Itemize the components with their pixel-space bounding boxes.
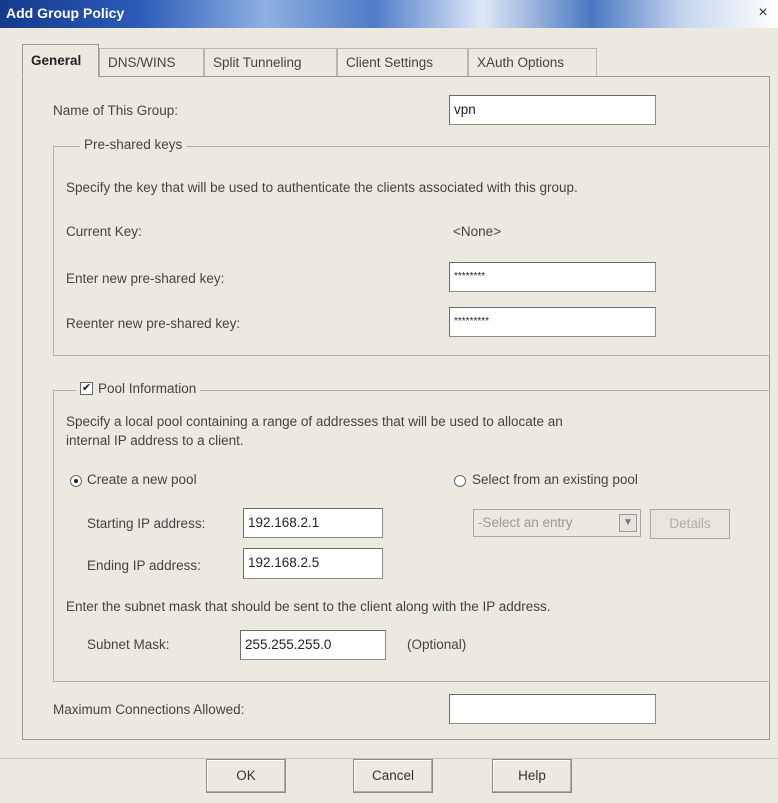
pre-shared-keys-legend: Pre-shared keys [80, 137, 187, 152]
group-name-field[interactable]: vpn [449, 95, 656, 125]
subnet-description: Enter the subnet mask that should be sen… [66, 599, 551, 614]
psk-description: Specify the key that will be used to aut… [66, 180, 578, 195]
cancel-button[interactable]: Cancel [353, 759, 433, 793]
tab-general[interactable]: General [22, 44, 99, 77]
new-key-label: Enter new pre-shared key: [66, 271, 225, 286]
chevron-down-icon[interactable]: ▼ [619, 514, 637, 532]
max-connections-field[interactable] [449, 694, 656, 724]
current-key-label: Current Key: [66, 224, 142, 239]
starting-ip-label: Starting IP address: [87, 516, 206, 531]
current-key-value: <None> [453, 224, 502, 239]
ending-ip-label: Ending IP address: [87, 558, 201, 573]
details-button[interactable]: Details [650, 509, 730, 539]
window-title: Add Group Policy [6, 5, 125, 21]
subnet-optional-label: (Optional) [407, 637, 467, 652]
pool-information-legend: ✔ Pool Information [76, 381, 201, 396]
subnet-mask-label: Subnet Mask: [87, 637, 170, 652]
subnet-mask-field[interactable]: 255.255.255.0 [240, 630, 386, 660]
help-button[interactable]: Help [492, 759, 572, 793]
create-new-pool-label: Create a new pool [87, 472, 197, 487]
new-key-field[interactable]: ******** [449, 262, 656, 292]
existing-pool-select[interactable]: -Select an entry [473, 509, 641, 537]
ok-button[interactable]: OK [206, 759, 286, 793]
starting-ip-field[interactable]: 192.168.2.1 [243, 508, 383, 538]
tab-split-tunneling[interactable]: Split Tunneling [204, 48, 337, 76]
select-existing-pool-radio[interactable] [454, 475, 466, 487]
close-icon[interactable]: × [754, 4, 772, 22]
select-existing-pool-label: Select from an existing pool [472, 472, 638, 487]
group-name-label: Name of This Group: [53, 103, 179, 118]
pool-description-line1: Specify a local pool containing a range … [66, 414, 563, 429]
tab-dns-wins[interactable]: DNS/WINS [99, 48, 204, 76]
reenter-key-field[interactable]: ********* [449, 307, 656, 337]
pool-description-line2: internal IP address to a client. [66, 433, 244, 448]
tab-xauth-options[interactable]: XAuth Options [468, 48, 597, 76]
tab-client-settings[interactable]: Client Settings [337, 48, 468, 76]
pool-information-label: Pool Information [98, 381, 197, 396]
ending-ip-field[interactable]: 192.168.2.5 [243, 548, 383, 579]
create-new-pool-radio[interactable] [70, 475, 82, 487]
existing-pool-select-value: -Select an entry [478, 515, 573, 530]
reenter-key-label: Reenter new pre-shared key: [66, 316, 241, 331]
pool-information-checkbox[interactable]: ✔ [80, 382, 93, 395]
max-connections-label: Maximum Connections Allowed: [53, 702, 245, 717]
